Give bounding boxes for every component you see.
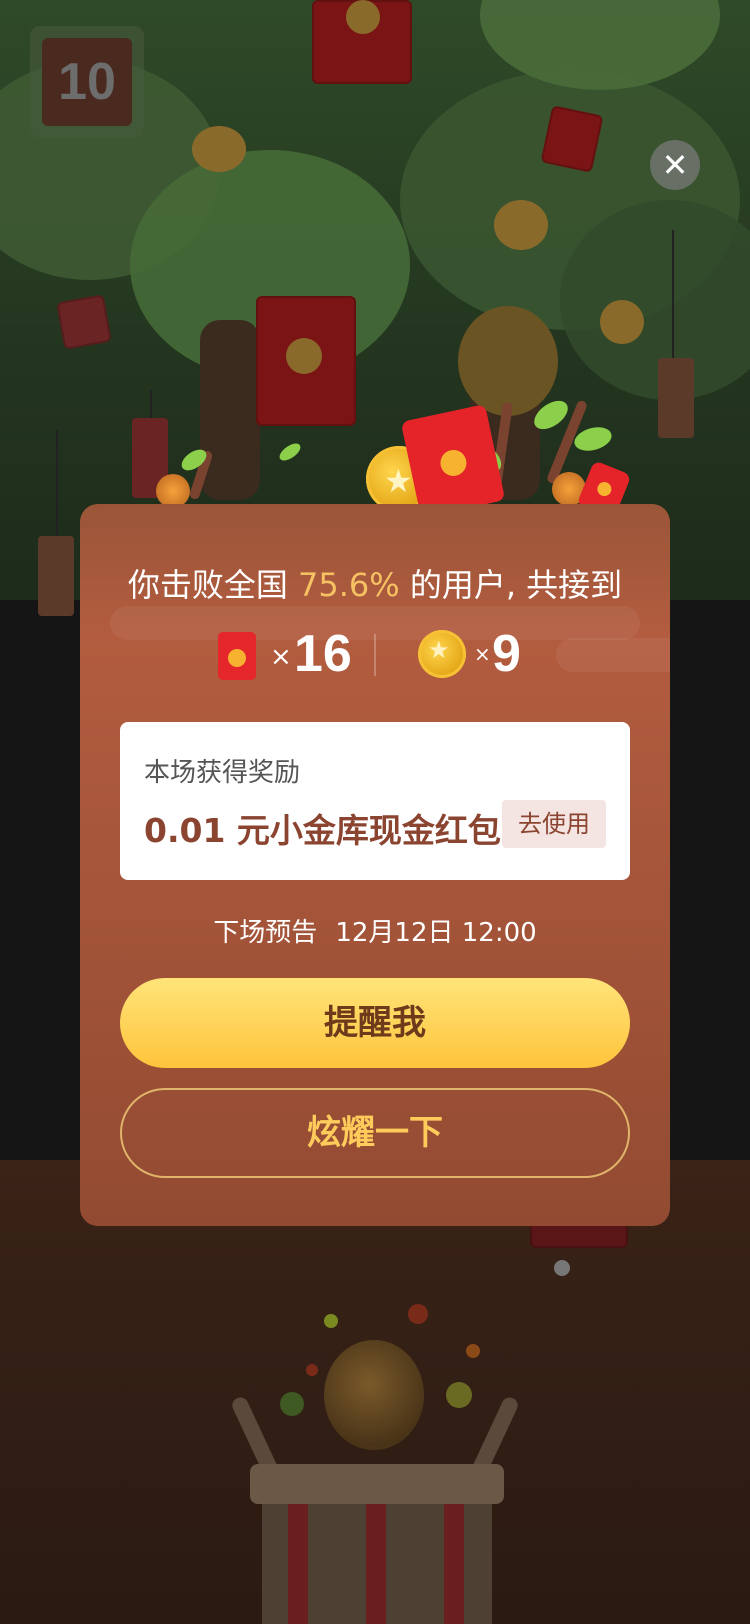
- beat-percentage: 75.6%: [298, 566, 400, 604]
- basket-rim: [250, 1464, 504, 1504]
- use-reward-button[interactable]: 去使用: [502, 800, 606, 848]
- chestnut-fruit: [458, 306, 558, 416]
- tree-trunk: [200, 320, 260, 500]
- hanging-coin: [346, 0, 380, 34]
- hanging-coin: [600, 300, 644, 344]
- basket-stripe: [288, 1504, 308, 1624]
- stats-divider: [374, 634, 376, 676]
- hanging-tag: [658, 358, 694, 438]
- reward-amount: 0.01 元小金库现金红包: [144, 811, 501, 850]
- hanging-coin: [192, 126, 246, 172]
- envelope-multiplier: ×: [270, 642, 292, 672]
- coin-icon: ★: [418, 630, 466, 678]
- hanging-coin: [286, 338, 322, 374]
- falling-particle: [466, 1344, 480, 1358]
- basket-stripe: [366, 1504, 386, 1624]
- remind-me-button[interactable]: 提醒我: [120, 978, 630, 1068]
- tag-string: [672, 230, 674, 360]
- summary-suffix: 的用户, 共接到: [409, 566, 623, 604]
- falling-particle: [554, 1260, 570, 1276]
- basket-stripe: [444, 1504, 464, 1624]
- result-summary: 你击败全国 75.6% 的用户, 共接到: [80, 560, 670, 606]
- catch-stats: × 16 ★ × 9: [80, 625, 670, 694]
- hanging-red-envelope: [56, 294, 112, 350]
- catching-basket[interactable]: [229, 1394, 521, 1624]
- summary-prefix: 你击败全国: [127, 566, 288, 604]
- red-envelope-icon: [218, 632, 256, 680]
- falling-leaf: [446, 1382, 472, 1408]
- falling-particle: [306, 1364, 318, 1376]
- next-session-time: 12月12日 12:00: [335, 918, 537, 948]
- next-session-label: 下场预告: [213, 918, 318, 948]
- falling-particle: [408, 1304, 428, 1324]
- reward-card: 本场获得奖励 0.01 元小金库现金红包 去使用: [120, 722, 630, 880]
- result-dialog: 你击败全国 75.6% 的用户, 共接到 × 16 ★ × 9 本场获得奖励 0…: [80, 504, 670, 1226]
- close-icon[interactable]: ✕: [650, 140, 700, 190]
- star-icon: ★: [384, 462, 413, 500]
- tag-string: [56, 430, 58, 540]
- share-button[interactable]: 炫耀一下: [120, 1088, 630, 1178]
- coin-count: 9: [492, 625, 521, 683]
- countdown-timer: 10: [30, 26, 144, 138]
- coin-multiplier: ×: [474, 642, 491, 666]
- star-icon: ★: [428, 636, 450, 664]
- hanging-tag: [38, 536, 74, 616]
- envelope-count: 16: [294, 625, 352, 683]
- falling-leaf: [280, 1392, 304, 1416]
- chestnut-decoration: [156, 474, 190, 508]
- falling-particle: [324, 1314, 338, 1328]
- countdown-value: 10: [42, 38, 132, 126]
- next-session-preview: 下场预告 12月12日 12:00: [80, 912, 670, 949]
- hanging-coin: [494, 200, 548, 250]
- chestnut-fruit: [324, 1340, 424, 1450]
- tag-string: [150, 390, 152, 420]
- reward-title: 本场获得奖励: [144, 758, 301, 788]
